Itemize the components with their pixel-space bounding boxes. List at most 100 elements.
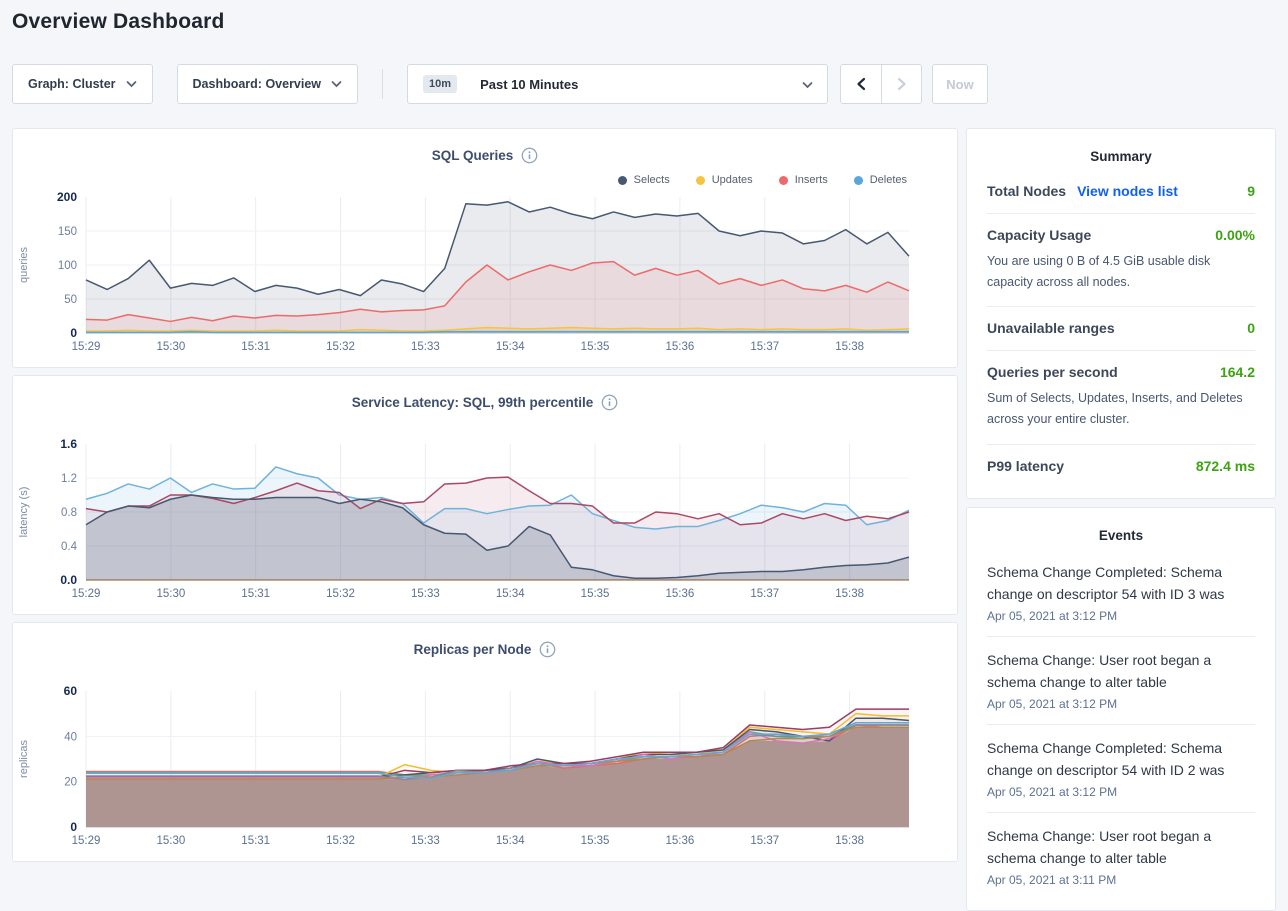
event-message: Schema Change: User root began a schema …	[987, 649, 1255, 693]
summary-row-qps: Queries per second 164.2 Sum of Selects,…	[987, 351, 1255, 444]
summary-label: Queries per second	[987, 364, 1118, 380]
svg-text:15:38: 15:38	[835, 341, 864, 353]
event-item[interactable]: Schema Change Completed: Schema change o…	[987, 549, 1255, 637]
svg-text:15:36: 15:36	[666, 835, 695, 847]
main-layout: SQL Queries SelectsUpdatesInsertsDeletes…	[12, 128, 1276, 911]
time-range-dropdown[interactable]: 10m Past 10 Minutes	[407, 64, 828, 104]
time-range-label: Past 10 Minutes	[480, 77, 578, 92]
charts-column: SQL Queries SelectsUpdatesInsertsDeletes…	[12, 128, 958, 911]
summary-row-unavailable: Unavailable ranges 0	[987, 307, 1255, 351]
svg-text:15:29: 15:29	[72, 588, 101, 600]
svg-text:15:34: 15:34	[496, 835, 525, 847]
now-button[interactable]: Now	[932, 64, 988, 104]
view-nodes-list-link[interactable]: View nodes list	[1077, 183, 1178, 199]
svg-text:15:33: 15:33	[411, 341, 440, 353]
event-timestamp: Apr 05, 2021 at 3:12 PM	[987, 609, 1255, 623]
event-timestamp: Apr 05, 2021 at 3:12 PM	[987, 697, 1255, 711]
svg-text:15:32: 15:32	[326, 588, 355, 600]
svg-text:15:34: 15:34	[496, 588, 525, 600]
chart-title: Replicas per Node	[414, 642, 532, 657]
page-title: Overview Dashboard	[12, 10, 225, 34]
time-step-buttons	[840, 64, 922, 104]
chevron-left-icon	[855, 77, 867, 91]
svg-text:40: 40	[64, 731, 77, 743]
svg-text:latency (s): latency (s)	[18, 487, 30, 538]
summary-value: 9	[1247, 183, 1255, 199]
event-item[interactable]: Schema Change: User root began a schema …	[987, 813, 1255, 900]
svg-text:15:37: 15:37	[750, 835, 779, 847]
summary-label: Capacity Usage	[987, 227, 1091, 243]
svg-text:15:30: 15:30	[156, 341, 185, 353]
svg-text:15:38: 15:38	[835, 588, 864, 600]
controls-bar: Graph: Cluster Dashboard: Overview 10m P…	[12, 64, 988, 104]
svg-text:15:30: 15:30	[156, 588, 185, 600]
svg-text:15:29: 15:29	[72, 835, 101, 847]
sql-queries-chart[interactable]: 15:2915:3015:3115:3215:3315:3415:3515:36…	[13, 179, 959, 365]
event-item[interactable]: Schema Change Completed: Schema change o…	[987, 725, 1255, 813]
dashboard-dropdown[interactable]: Dashboard: Overview	[177, 64, 359, 104]
chart-title: Service Latency: SQL, 99th percentile	[352, 395, 594, 410]
svg-text:15:32: 15:32	[326, 835, 355, 847]
summary-panel: Summary Total Nodes View nodes list 9 Ca…	[966, 128, 1276, 499]
summary-description: Sum of Selects, Updates, Inserts, and De…	[987, 388, 1255, 429]
svg-text:15:35: 15:35	[581, 835, 610, 847]
chevron-down-icon	[331, 81, 342, 88]
svg-text:15:34: 15:34	[496, 341, 525, 353]
summary-label: Unavailable ranges	[987, 320, 1115, 336]
service-latency-chart[interactable]: 15:2915:3015:3115:3215:3315:3415:3515:36…	[13, 426, 959, 612]
summary-title: Summary	[987, 145, 1255, 170]
svg-text:100: 100	[58, 260, 77, 272]
summary-description: You are using 0 B of 4.5 GiB usable disk…	[987, 251, 1255, 292]
summary-value: 0.00%	[1215, 227, 1255, 243]
svg-text:replicas: replicas	[18, 740, 30, 778]
time-forward-button[interactable]	[881, 65, 921, 103]
chevron-down-icon	[802, 82, 813, 89]
event-message: Schema Change: User root began a schema …	[987, 825, 1255, 869]
event-message: Schema Change Completed: Schema change o…	[987, 737, 1255, 781]
summary-value: 0	[1247, 320, 1255, 336]
replicas-chart[interactable]: 15:29 15:30 15:31 15:32 15:33 15:34 15:35 15:36…	[13, 673, 959, 859]
summary-row-capacity: Capacity Usage 0.00% You are using 0 B o…	[987, 214, 1255, 307]
svg-text:15:38: 15:38	[835, 835, 864, 847]
svg-text:1.6: 1.6	[60, 437, 77, 451]
info-icon[interactable]	[601, 394, 618, 411]
info-icon[interactable]	[521, 147, 538, 164]
controls-divider	[382, 69, 383, 99]
summary-row-total-nodes: Total Nodes View nodes list 9	[987, 170, 1255, 214]
svg-text:15:37: 15:37	[750, 588, 779, 600]
svg-text:15:33: 15:33	[411, 835, 440, 847]
svg-text:150: 150	[58, 226, 77, 238]
graph-dropdown[interactable]: Graph: Cluster	[12, 64, 153, 104]
svg-text:20: 20	[64, 777, 77, 789]
chevron-right-icon	[896, 77, 908, 91]
time-back-button[interactable]	[841, 65, 881, 103]
svg-text:15:33: 15:33	[411, 588, 440, 600]
dashboard-dropdown-label: Dashboard: Overview	[193, 77, 322, 91]
time-range-badge: 10m	[423, 75, 457, 93]
svg-text:15:30: 15:30	[156, 835, 185, 847]
svg-text:15:36: 15:36	[666, 341, 695, 353]
event-message: Schema Change Completed: Schema change o…	[987, 561, 1255, 605]
chart-title: SQL Queries	[432, 148, 514, 163]
sql-queries-card: SQL Queries SelectsUpdatesInsertsDeletes…	[12, 128, 958, 368]
event-timestamp: Apr 05, 2021 at 3:11 PM	[987, 873, 1255, 887]
graph-dropdown-label: Graph: Cluster	[28, 77, 116, 91]
svg-text:15:31: 15:31	[241, 835, 270, 847]
events-title: Events	[987, 524, 1255, 549]
svg-text:60: 60	[64, 684, 78, 698]
chevron-down-icon	[126, 81, 137, 88]
svg-text:15:37: 15:37	[750, 341, 779, 353]
replicas-per-node-card: Replicas per Node 15:2915:3015:3115:3215…	[12, 622, 958, 862]
service-latency-card: Service Latency: SQL, 99th percentile 15…	[12, 375, 958, 615]
summary-row-p99: P99 latency 872.4 ms	[987, 445, 1255, 488]
svg-text:0.0: 0.0	[60, 573, 77, 587]
sidebar-column: Summary Total Nodes View nodes list 9 Ca…	[966, 128, 1276, 911]
svg-text:15:32: 15:32	[326, 341, 355, 353]
svg-text:15:36: 15:36	[666, 588, 695, 600]
info-icon[interactable]	[539, 641, 556, 658]
svg-text:0.8: 0.8	[61, 507, 77, 519]
summary-value: 872.4 ms	[1196, 458, 1255, 474]
svg-text:queries: queries	[18, 246, 30, 283]
svg-text:0: 0	[70, 326, 77, 340]
event-item[interactable]: Schema Change: User root began a schema …	[987, 637, 1255, 725]
